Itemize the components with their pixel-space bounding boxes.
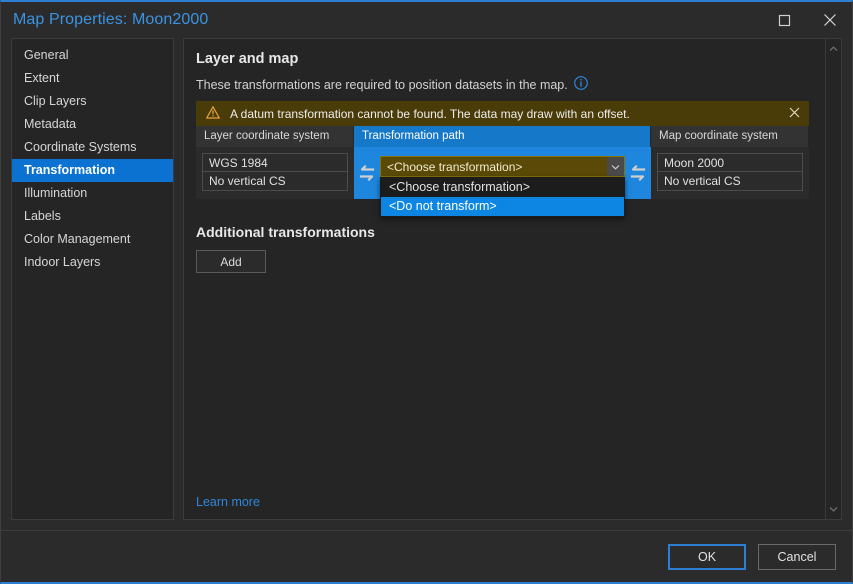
map-properties-dialog: Map Properties: Moon2000: [0, 0, 853, 584]
map-cs-column: Map coordinate system Moon 2000 No verti…: [651, 126, 809, 199]
layer-cs-header: Layer coordinate system: [196, 126, 354, 147]
chevron-up-icon: [829, 46, 838, 52]
sidebar-item-metadata[interactable]: Metadata: [12, 113, 173, 136]
additional-transformations-title: Additional transformations: [196, 224, 809, 240]
sidebar-item-labels[interactable]: Labels: [12, 205, 173, 228]
transformation-panel: Layer and map These transformations are …: [183, 38, 842, 520]
warning-close-button[interactable]: [783, 103, 805, 125]
layer-cs-body: WGS 1984 No vertical CS: [196, 147, 354, 199]
learn-more-link[interactable]: Learn more: [196, 495, 260, 509]
swap-direction-right-button[interactable]: [625, 147, 651, 199]
dropdown-option-label: <Do not transform>: [389, 199, 497, 213]
dialog-footer: OK Cancel: [1, 530, 852, 582]
section-title: Layer and map: [196, 51, 809, 67]
sidebar-item-label: Labels: [24, 209, 61, 223]
combobox-dropdown-button[interactable]: [607, 157, 624, 176]
sidebar-item-color-management[interactable]: Color Management: [12, 228, 173, 251]
transformation-combobox-area: <Choose transformation>: [380, 147, 625, 177]
section-description: These transformations are required to po…: [196, 76, 809, 93]
scrollbar-down-button[interactable]: [827, 502, 841, 516]
sidebar-item-clip-layers[interactable]: Clip Layers: [12, 90, 173, 113]
transformation-dropdown-list[interactable]: <Choose transformation> <Do not transfor…: [380, 177, 625, 217]
title-bar: Map Properties: Moon2000: [1, 2, 852, 38]
window-title: Map Properties: Moon2000: [13, 11, 208, 29]
maximize-button[interactable]: [762, 2, 807, 38]
layer-horizontal-cs-field[interactable]: WGS 1984: [202, 153, 348, 172]
scrollbar-up-button[interactable]: [827, 42, 841, 56]
panel-content: Layer and map These transformations are …: [184, 39, 825, 519]
swap-arrows-icon: [629, 165, 647, 181]
swap-direction-left-button[interactable]: [354, 147, 380, 199]
layer-vertical-cs-field[interactable]: No vertical CS: [202, 172, 348, 191]
transformation-grid: Layer coordinate system WGS 1984 No vert…: [196, 126, 809, 199]
dropdown-option-do-not-transform[interactable]: <Do not transform>: [381, 197, 624, 216]
transformation-path-body: <Choose transformation>: [354, 147, 651, 199]
transformation-combobox-value: <Choose transformation>: [381, 160, 607, 174]
map-horizontal-cs-field[interactable]: Moon 2000: [657, 153, 803, 172]
sidebar-item-extent[interactable]: Extent: [12, 67, 173, 90]
panel-scrollbar[interactable]: [825, 39, 841, 519]
sidebar-item-label: General: [24, 48, 68, 62]
transformation-combobox[interactable]: <Choose transformation>: [380, 156, 625, 177]
layer-cs-column: Layer coordinate system WGS 1984 No vert…: [196, 126, 354, 199]
sidebar-item-general[interactable]: General: [12, 44, 173, 67]
sidebar-item-label: Color Management: [24, 232, 130, 246]
dropdown-option-choose-transformation[interactable]: <Choose transformation>: [381, 178, 624, 197]
maximize-icon: [778, 14, 791, 27]
map-cs-header: Map coordinate system: [651, 126, 809, 147]
window-controls: [762, 2, 852, 38]
settings-nav-list: General Extent Clip Layers Metadata Coor…: [11, 38, 174, 520]
sidebar-item-label: Metadata: [24, 117, 76, 131]
map-cs-body: Moon 2000 No vertical CS: [651, 147, 809, 199]
transformation-path-header: Transformation path: [354, 126, 651, 147]
sidebar-item-label: Illumination: [24, 186, 87, 200]
sidebar-item-label: Clip Layers: [24, 94, 87, 108]
cancel-button[interactable]: Cancel: [758, 544, 836, 570]
sidebar-item-label: Extent: [24, 71, 59, 85]
sidebar-item-label: Indoor Layers: [24, 255, 100, 269]
section-description-text: These transformations are required to po…: [196, 78, 568, 92]
sidebar-item-label: Coordinate Systems: [24, 140, 137, 154]
close-button[interactable]: [807, 2, 852, 38]
sidebar-item-illumination[interactable]: Illumination: [12, 182, 173, 205]
sidebar-item-label: Transformation: [24, 163, 115, 177]
ok-button[interactable]: OK: [668, 544, 746, 570]
map-vertical-cs-field[interactable]: No vertical CS: [657, 172, 803, 191]
close-icon: [789, 107, 800, 121]
chevron-down-icon: [611, 164, 620, 170]
swap-arrows-icon: [358, 165, 376, 181]
dropdown-option-label: <Choose transformation>: [389, 180, 530, 194]
warning-triangle-icon: [206, 106, 220, 122]
warning-banner: A datum transformation cannot be found. …: [196, 101, 809, 126]
add-transformation-button[interactable]: Add: [196, 250, 266, 273]
close-icon: [823, 13, 837, 27]
sidebar-item-coordinate-systems[interactable]: Coordinate Systems: [12, 136, 173, 159]
chevron-down-icon: [829, 506, 838, 512]
transformation-path-column: Transformation path: [354, 126, 651, 199]
sidebar-item-transformation[interactable]: Transformation: [12, 159, 173, 182]
dialog-body: General Extent Clip Layers Metadata Coor…: [1, 38, 852, 530]
sidebar-item-indoor-layers[interactable]: Indoor Layers: [12, 251, 173, 274]
warning-message: A datum transformation cannot be found. …: [230, 107, 783, 121]
info-icon[interactable]: [574, 76, 588, 93]
